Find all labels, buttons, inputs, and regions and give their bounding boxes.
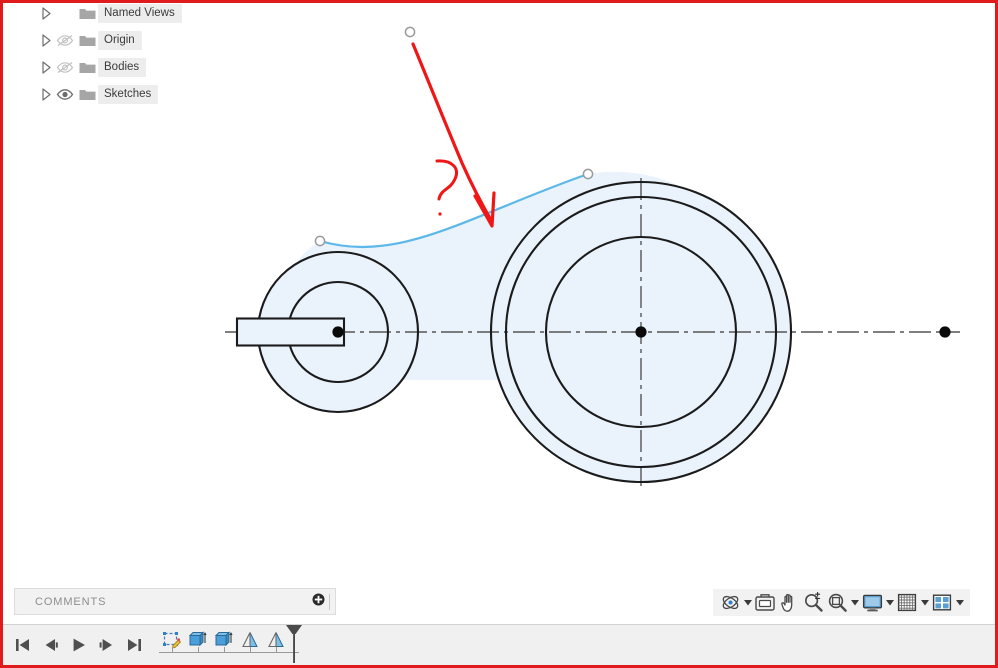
viewports-icon[interactable]: [930, 591, 954, 615]
browser-tree[interactable]: Named Views Origin Bodies Sketches: [36, 2, 196, 110]
monitor-icon[interactable]: [860, 591, 884, 615]
skip-end-icon[interactable]: [121, 631, 147, 659]
folder-icon: [76, 32, 98, 48]
monitor-caret-icon[interactable]: [884, 591, 895, 615]
comments-panel[interactable]: COMMENTS: [14, 588, 336, 615]
timeline-tick: [224, 647, 225, 653]
view-navigation-bar[interactable]: [713, 589, 970, 616]
timeline-feature-sketch[interactable]: [159, 628, 185, 658]
play-icon[interactable]: [65, 631, 91, 659]
orbit-caret-icon[interactable]: [742, 591, 753, 615]
eye-hidden-icon[interactable]: [54, 59, 76, 75]
zoom-window-icon[interactable]: [825, 591, 849, 615]
browser-item-origin[interactable]: Origin: [36, 29, 196, 51]
step-back-icon[interactable]: [37, 631, 63, 659]
grid-icon[interactable]: [895, 591, 919, 615]
timeline-features[interactable]: [159, 625, 302, 665]
grid-caret-icon[interactable]: [919, 591, 930, 615]
timeline-tick: [276, 647, 277, 653]
browser-item-named-views[interactable]: Named Views: [36, 2, 196, 24]
timeline-playback-controls[interactable]: [3, 631, 147, 659]
center-point-far-right: [939, 326, 951, 338]
pan-hand-icon[interactable]: [777, 591, 801, 615]
add-comment-icon[interactable]: [312, 593, 325, 611]
timeline-tick: [250, 647, 251, 653]
shaft-rectangle[interactable]: [235, 317, 346, 347]
look-at-icon[interactable]: [753, 591, 777, 615]
timeline-feature-extrude-1[interactable]: [185, 628, 211, 658]
eye-spacer: [54, 5, 76, 21]
folder-icon: [76, 86, 98, 102]
timeline-feature-revolve-1[interactable]: [237, 628, 263, 658]
red-annotation-arrow: [411, 42, 496, 228]
eye-visible-icon[interactable]: [54, 86, 76, 102]
zoom-magnifier-icon[interactable]: [801, 591, 825, 615]
browser-item-label: Sketches: [98, 84, 159, 104]
fusion-canvas-window: Named Views Origin Bodies Sketches COMME…: [0, 0, 998, 668]
comments-label: COMMENTS: [35, 595, 107, 608]
triangle-right-icon[interactable]: [38, 86, 54, 102]
viewports-caret-icon[interactable]: [954, 591, 965, 615]
step-forward-icon[interactable]: [93, 631, 119, 659]
timeline-feature-extrude-2[interactable]: [211, 628, 237, 658]
timeline-tick: [198, 647, 199, 653]
timeline-bar[interactable]: [3, 625, 995, 665]
browser-item-bodies[interactable]: Bodies: [36, 56, 196, 78]
browser-item-label: Bodies: [98, 57, 147, 77]
endpoint-left-tangent: [314, 235, 326, 247]
annotation-dot: [438, 212, 442, 216]
endpoint-upper-free: [404, 26, 416, 38]
timeline-track: [159, 652, 299, 653]
endpoint-right-tangent: [582, 168, 594, 180]
eye-hidden-icon[interactable]: [54, 32, 76, 48]
zoom-window-caret-icon[interactable]: [849, 591, 860, 615]
folder-icon: [76, 5, 98, 21]
browser-item-sketches[interactable]: Sketches: [36, 83, 196, 105]
browser-item-label: Origin: [98, 30, 142, 50]
comments-resize-handle[interactable]: [329, 593, 330, 610]
triangle-right-icon[interactable]: [38, 59, 54, 75]
timeline-marker-icon[interactable]: [283, 623, 305, 663]
triangle-right-icon[interactable]: [38, 32, 54, 48]
triangle-right-icon[interactable]: [38, 5, 54, 21]
timeline-tick: [172, 647, 173, 653]
orbit-icon[interactable]: [718, 591, 742, 615]
center-point-left: [332, 326, 344, 338]
browser-item-label: Named Views: [98, 3, 182, 23]
center-point-right: [635, 326, 647, 338]
skip-start-icon[interactable]: [9, 631, 35, 659]
folder-icon: [76, 59, 98, 75]
